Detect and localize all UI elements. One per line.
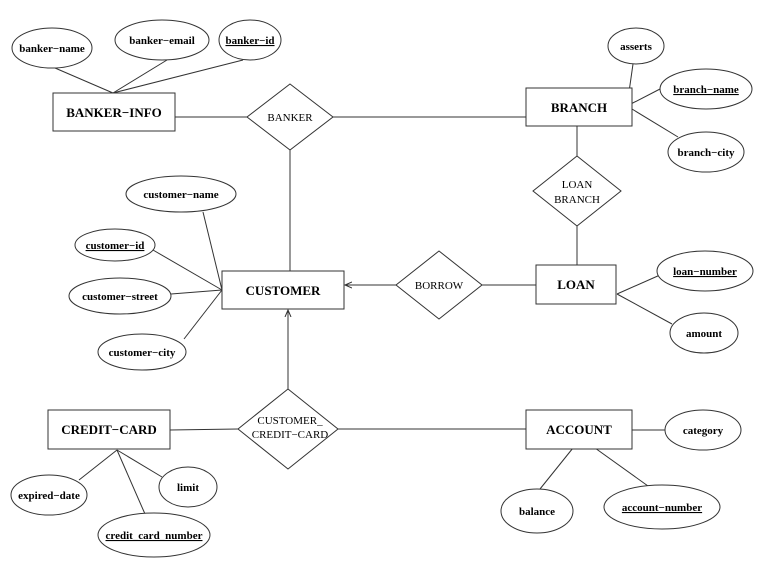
attr-customer-city: customer−city xyxy=(97,333,187,371)
entity-label: CUSTOMER xyxy=(246,283,321,298)
connector-branch-city xyxy=(626,105,679,138)
attr-customer-street: customer−street xyxy=(68,277,172,315)
attr-branch-name: branch−name xyxy=(659,68,753,110)
attr-label: amount xyxy=(686,328,722,340)
attr-label: customer−name xyxy=(143,189,218,201)
connector-creditcard-ccc xyxy=(169,428,239,431)
attr-label: category xyxy=(683,425,724,437)
attr-expired-date: expired−date xyxy=(10,474,88,516)
relationship-label-line1: LOAN xyxy=(562,179,593,191)
attr-banker-name: banker−name xyxy=(11,27,93,69)
connector-customer-street xyxy=(170,289,223,295)
relationship-customer-credit-card: CUSTOMER_ CREDIT−CARD xyxy=(237,388,339,470)
relationship-label-line1: CUSTOMER_ xyxy=(257,415,323,427)
attr-label: customer−street xyxy=(82,291,158,303)
entity-branch: BRANCH xyxy=(525,87,633,127)
relationship-loan-branch: LOAN BRANCH xyxy=(532,155,622,227)
attr-label-key: loan−number xyxy=(673,266,737,278)
connector-banker-name xyxy=(54,67,114,94)
connector-credit-card-number xyxy=(116,449,146,515)
attr-banker-email: banker−email xyxy=(114,19,210,61)
attr-label: branch−city xyxy=(678,147,735,159)
connector-banker-id xyxy=(112,59,244,94)
connector-customer-name xyxy=(202,211,223,291)
entity-customer: CUSTOMER xyxy=(221,270,345,310)
attr-credit-card-number: credit_card_number xyxy=(97,512,211,558)
relationship-label: BORROW xyxy=(415,280,464,292)
connector-limit xyxy=(116,449,163,478)
attr-balance: balance xyxy=(500,488,574,534)
entity-label: ACCOUNT xyxy=(546,422,612,437)
entity-label: BRANCH xyxy=(551,100,607,115)
attr-label: expired−date xyxy=(18,490,80,502)
attr-loan-number: loan−number xyxy=(656,250,754,292)
entity-loan: LOAN xyxy=(535,264,617,305)
attr-amount: amount xyxy=(669,312,739,354)
attr-label: limit xyxy=(177,482,199,494)
entity-label: CREDIT−CARD xyxy=(61,422,157,437)
relationship-label-line2: BRANCH xyxy=(554,194,600,206)
connector-balance xyxy=(539,442,578,490)
relationship-label: BANKER xyxy=(267,112,313,124)
attr-limit: limit xyxy=(158,466,218,508)
entity-banker-info: BANKER−INFO xyxy=(52,92,176,132)
attr-label: customer−city xyxy=(109,347,176,359)
connector-expired-date xyxy=(78,449,118,481)
relationship-borrow: BORROW xyxy=(395,250,483,320)
attr-label-key: credit_card_number xyxy=(106,530,203,542)
attr-asserts: asserts xyxy=(607,27,665,65)
connector-customer-id xyxy=(152,249,223,291)
attr-customer-name: customer−name xyxy=(125,175,237,213)
attr-label-key: banker−id xyxy=(225,35,274,47)
attr-category: category xyxy=(664,409,742,451)
connector-banker-email xyxy=(112,59,168,94)
relationship-label-line2: CREDIT−CARD xyxy=(252,429,329,441)
attr-banker-id: banker−id xyxy=(218,19,282,61)
attr-branch-city: branch−city xyxy=(667,131,745,173)
attr-label: banker−email xyxy=(129,35,195,47)
attr-label-key: branch−name xyxy=(673,84,739,96)
relationship-banker: BANKER xyxy=(246,83,334,151)
attr-account-number: account−number xyxy=(603,484,721,530)
attr-label: banker−name xyxy=(19,43,85,55)
attr-label: asserts xyxy=(620,41,652,53)
entity-label: BANKER−INFO xyxy=(66,105,162,120)
connector-amount xyxy=(616,293,673,325)
entity-credit-card: CREDIT−CARD xyxy=(47,409,171,450)
er-diagram: BANKER−INFO BRANCH CUSTOMER LOAN CREDIT−… xyxy=(10,19,754,558)
entity-account: ACCOUNT xyxy=(525,409,633,450)
entity-label: LOAN xyxy=(557,277,595,292)
connector-loan-number xyxy=(616,274,661,295)
connector-customer-city xyxy=(183,289,223,340)
attr-customer-id: customer−id xyxy=(74,228,156,262)
attr-label-key: customer−id xyxy=(86,240,145,252)
attr-label: balance xyxy=(519,506,555,518)
attr-label-key: account−number xyxy=(622,502,702,514)
